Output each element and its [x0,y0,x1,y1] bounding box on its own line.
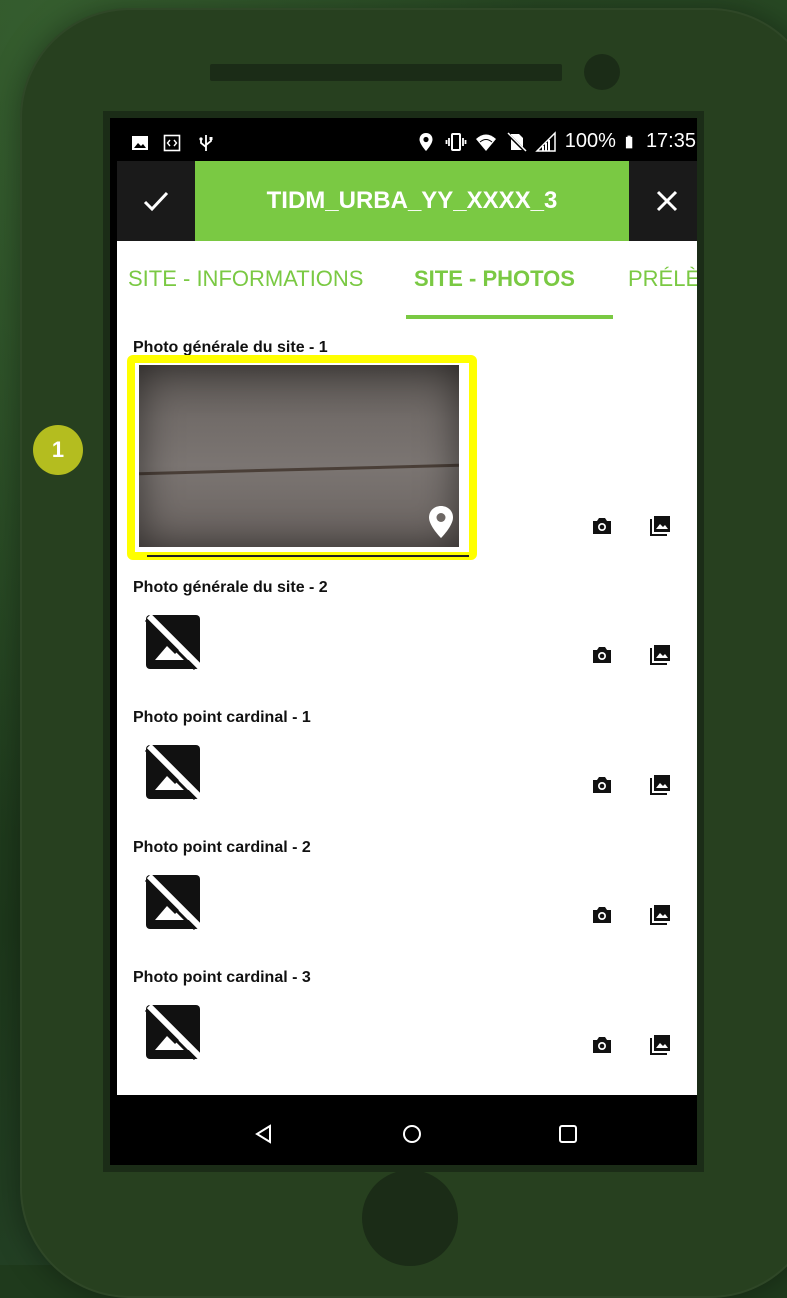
device-screen: 100% 17:35 TIDM_URBA_YY_XXXX_3 SITE - IN… [103,111,704,1172]
camera-icon[interactable] [591,774,613,796]
close-button[interactable] [629,161,697,241]
navigation-bar [117,1095,697,1165]
no-sim-icon [506,131,527,152]
no-image-icon[interactable] [143,1002,203,1062]
app-title: TIDM_URBA_YY_XXXX_3 [195,161,629,241]
no-image-icon[interactable] [143,742,203,802]
photo-section: Photo point cardinal - 1 [117,699,697,829]
image-notification-icon [132,136,148,150]
photo-section: Photo point cardinal - 2 [117,829,697,959]
photo-section: Photo point cardinal - 3 [117,959,697,1095]
location-icon [419,132,433,151]
thumbnail-divider [147,555,469,557]
photo-section-label: Photo générale du site - 2 [133,579,328,596]
clock: 17:35 [645,130,696,152]
app-bar: TIDM_URBA_YY_XXXX_3 [117,161,697,241]
gallery-icon[interactable] [649,515,671,537]
gallery-icon[interactable] [649,1034,671,1056]
app-screen: 100% 17:35 TIDM_URBA_YY_XXXX_3 SITE - IN… [117,125,697,1165]
check-icon [143,191,169,212]
recents-icon[interactable] [557,1123,579,1145]
battery-percent: 100% [564,130,616,152]
battery-icon [625,135,633,148]
camera-icon[interactable] [591,515,613,537]
phone-home-button[interactable] [362,1170,458,1266]
home-icon[interactable] [401,1123,423,1145]
vibrate-icon [445,132,467,151]
callout-badge: 1 [33,425,83,475]
camera-icon[interactable] [591,904,613,926]
tab-site-photos[interactable]: SITE - PHOTOS [414,266,575,292]
tab-bar: SITE - INFORMATIONS SITE - PHOTOS PRÉLÈ [117,241,697,319]
photo-list[interactable]: Photo générale du site - 1 Photo général… [117,319,697,1095]
photo-section: Photo générale du site - 2 [117,569,697,699]
signal-icon [534,130,556,152]
developer-notification-icon [163,134,181,152]
gallery-icon[interactable] [649,644,671,666]
photo-section: Photo générale du site - 1 [117,319,697,569]
tab-site-informations[interactable]: SITE - INFORMATIONS [128,266,363,292]
status-bar: 100% 17:35 [117,125,697,161]
gallery-icon[interactable] [649,774,671,796]
confirm-button[interactable] [117,161,195,241]
camera-icon[interactable] [591,1034,613,1056]
photo-section-label: Photo point cardinal - 2 [133,839,311,856]
no-image-icon[interactable] [143,872,203,932]
close-icon [656,190,677,212]
gallery-icon[interactable] [649,904,671,926]
phone-speaker [210,64,562,81]
usb-icon [199,135,213,151]
camera-icon[interactable] [591,644,613,666]
photo-section-label: Photo point cardinal - 1 [133,709,311,726]
back-icon[interactable] [253,1123,275,1145]
phone-camera [584,54,620,90]
no-image-icon[interactable] [143,612,203,672]
tab-prelevements[interactable]: PRÉLÈ [628,266,697,292]
callout-highlight [127,355,477,560]
wifi-icon [475,134,496,151]
photo-section-label: Photo point cardinal - 3 [133,969,311,986]
